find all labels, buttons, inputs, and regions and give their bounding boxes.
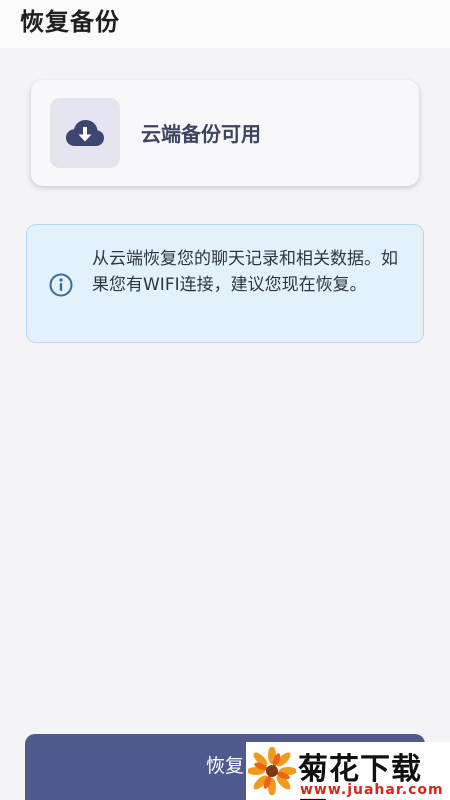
flower-logo-icon	[248, 747, 296, 795]
cloud-download-icon	[66, 120, 104, 146]
cloud-backup-card[interactable]: 云端备份可用	[31, 80, 419, 186]
site-watermark: 菊花下载网 www.juahar.com	[246, 742, 450, 800]
page-title: 恢复备份	[20, 8, 120, 36]
watermark-url: www.juahar.com	[300, 782, 444, 798]
info-message: 从云端恢复您的聊天记录和相关数据。如果您有WIFI连接，建议您现在恢复。	[92, 249, 398, 295]
info-icon	[49, 273, 73, 297]
cloud-backup-label: 云端备份可用	[141, 122, 261, 146]
cloud-icon-tile	[50, 98, 120, 168]
info-notice: 从云端恢复您的聊天记录和相关数据。如果您有WIFI连接，建议您现在恢复。	[26, 224, 424, 343]
app-header: 恢复备份	[0, 0, 450, 48]
